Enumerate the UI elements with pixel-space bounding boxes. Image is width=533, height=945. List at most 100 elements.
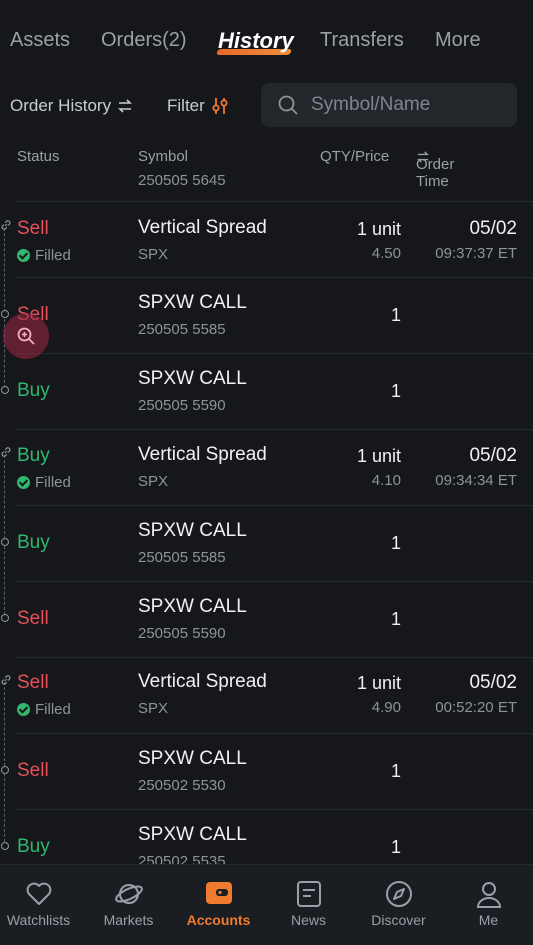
order-date: 05/02 bbox=[469, 218, 517, 239]
filled-label: Filled bbox=[35, 474, 71, 491]
leg-node bbox=[1, 766, 9, 774]
search-icon bbox=[278, 95, 298, 115]
table-row[interactable]: Sell Filled Vertical Spread SPX 1 unit 4… bbox=[0, 658, 533, 734]
order-qty: 1 bbox=[390, 305, 401, 325]
order-history-list: 250505 5645 Sell Filled Vertical Spread … bbox=[0, 166, 533, 864]
heart-icon bbox=[26, 882, 52, 905]
order-symbol-sub: 250502 5535 bbox=[138, 853, 226, 864]
order-status: Buy bbox=[17, 532, 50, 553]
header-qty-price: QTY/Price bbox=[320, 148, 390, 165]
table-row[interactable]: Sell SPXW CALL 250505 5590 1 bbox=[0, 582, 533, 658]
table-row[interactable]: Buy SPXW CALL 250502 5535 1 bbox=[0, 810, 533, 864]
filled-badge: Filled bbox=[17, 474, 71, 491]
check-circle-icon bbox=[17, 249, 30, 262]
tab-history[interactable]: History bbox=[218, 28, 294, 54]
check-circle-icon bbox=[17, 703, 30, 716]
order-symbol-sub: 250505 5585 bbox=[138, 321, 226, 338]
tab-transfers[interactable]: Transfers bbox=[320, 29, 404, 52]
table-row[interactable]: Buy Filled Vertical Spread SPX 1 unit 4.… bbox=[0, 430, 533, 506]
filled-badge: Filled bbox=[17, 701, 71, 718]
order-symbol: SPXW CALL bbox=[138, 520, 247, 541]
nav-accounts[interactable]: Accounts bbox=[174, 865, 263, 945]
order-status: Sell bbox=[17, 760, 49, 781]
nav-discover[interactable]: Discover bbox=[354, 865, 443, 945]
symbol-search-box[interactable] bbox=[261, 83, 517, 127]
filter-button[interactable]: Filter bbox=[167, 96, 229, 116]
zoom-in-icon bbox=[17, 327, 35, 345]
filter-sliders-icon bbox=[212, 98, 228, 114]
order-symbol: Vertical Spread bbox=[138, 444, 267, 465]
order-price: 4.50 bbox=[371, 245, 401, 262]
nav-label: Accounts bbox=[186, 912, 251, 928]
planet-icon bbox=[115, 884, 143, 904]
history-toolbar: Order History Filter bbox=[0, 82, 533, 130]
header-symbol: Symbol bbox=[138, 148, 189, 165]
order-time: 00:52:20 ET bbox=[435, 699, 517, 716]
leg-node bbox=[1, 310, 9, 318]
nav-me[interactable]: Me bbox=[444, 865, 533, 945]
order-qty: 1 bbox=[390, 381, 401, 401]
order-date: 05/02 bbox=[469, 672, 517, 693]
zoom-button[interactable] bbox=[3, 313, 49, 359]
table-row[interactable]: Buy SPXW CALL 250505 5585 1 bbox=[0, 506, 533, 582]
order-symbol: Vertical Spread bbox=[138, 671, 267, 692]
order-status: Sell bbox=[17, 672, 49, 693]
nav-markets[interactable]: Markets bbox=[84, 865, 173, 945]
order-history-selector[interactable]: Order History bbox=[10, 96, 133, 116]
table-row[interactable]: Sell SPXW CALL 250505 5585 1 bbox=[0, 278, 533, 354]
link-icon bbox=[1, 675, 11, 685]
order-symbol-sub: SPX bbox=[138, 246, 169, 263]
person-icon bbox=[476, 882, 502, 908]
order-qty: 1 bbox=[390, 609, 401, 629]
order-symbol: SPXW CALL bbox=[138, 748, 247, 769]
order-symbol-sub: 250505 5645 bbox=[138, 172, 226, 189]
leg-node bbox=[1, 842, 9, 850]
table-row[interactable]: Sell Filled Vertical Spread SPX 1 unit 4… bbox=[0, 202, 533, 278]
link-icon bbox=[1, 220, 11, 230]
tab-assets[interactable]: Assets bbox=[10, 29, 70, 52]
order-symbol-sub: 250502 5530 bbox=[138, 777, 226, 794]
order-symbol: Vertical Spread bbox=[138, 217, 267, 238]
order-status: Sell bbox=[17, 608, 49, 629]
compass-icon bbox=[386, 881, 412, 907]
filled-label: Filled bbox=[35, 247, 71, 264]
nav-news[interactable]: News bbox=[264, 865, 353, 945]
order-symbol: SPXW CALL bbox=[138, 596, 247, 617]
news-icon bbox=[297, 881, 321, 907]
link-icon bbox=[1, 447, 11, 457]
nav-watchlists[interactable]: Watchlists bbox=[0, 865, 83, 945]
table-row-partial[interactable]: 250505 5645 bbox=[0, 166, 533, 202]
search-input[interactable] bbox=[309, 93, 513, 117]
nav-label: Markets bbox=[103, 912, 154, 928]
nav-label: Watchlists bbox=[6, 912, 71, 928]
filter-label: Filter bbox=[167, 96, 205, 115]
order-status: Buy bbox=[17, 445, 50, 466]
order-qty: 1 unit bbox=[356, 446, 401, 466]
table-row[interactable]: Buy SPXW CALL 250505 5590 1 bbox=[0, 354, 533, 430]
leg-node bbox=[1, 386, 9, 394]
order-time: 09:37:37 ET bbox=[435, 245, 517, 262]
tab-orders[interactable]: Orders(2) bbox=[101, 29, 187, 52]
table-row[interactable]: Sell SPXW CALL 250502 5530 1 bbox=[0, 734, 533, 810]
order-qty: 1 bbox=[390, 837, 401, 857]
tab-more[interactable]: More bbox=[435, 29, 481, 52]
nav-label: Me bbox=[478, 912, 499, 928]
order-date: 05/02 bbox=[469, 445, 517, 466]
order-time: 09:34:34 ET bbox=[435, 472, 517, 489]
wallet-icon bbox=[206, 882, 232, 904]
order-qty: 1 unit bbox=[356, 219, 401, 239]
check-circle-icon bbox=[17, 476, 30, 489]
header-status: Status bbox=[17, 148, 60, 165]
order-price: 4.10 bbox=[371, 472, 401, 489]
order-qty: 1 bbox=[390, 761, 401, 781]
nav-label: Discover bbox=[371, 912, 426, 928]
order-symbol-sub: SPX bbox=[138, 700, 169, 717]
order-qty: 1 bbox=[390, 533, 401, 553]
order-symbol-sub: SPX bbox=[138, 473, 169, 490]
order-symbol-sub: 250505 5585 bbox=[138, 549, 226, 566]
order-symbol: SPXW CALL bbox=[138, 824, 247, 845]
header-order-time[interactable]: Order Time bbox=[416, 148, 454, 190]
order-symbol-sub: 250505 5590 bbox=[138, 625, 226, 642]
order-symbol: SPXW CALL bbox=[138, 368, 247, 389]
nav-label: News bbox=[290, 912, 326, 928]
